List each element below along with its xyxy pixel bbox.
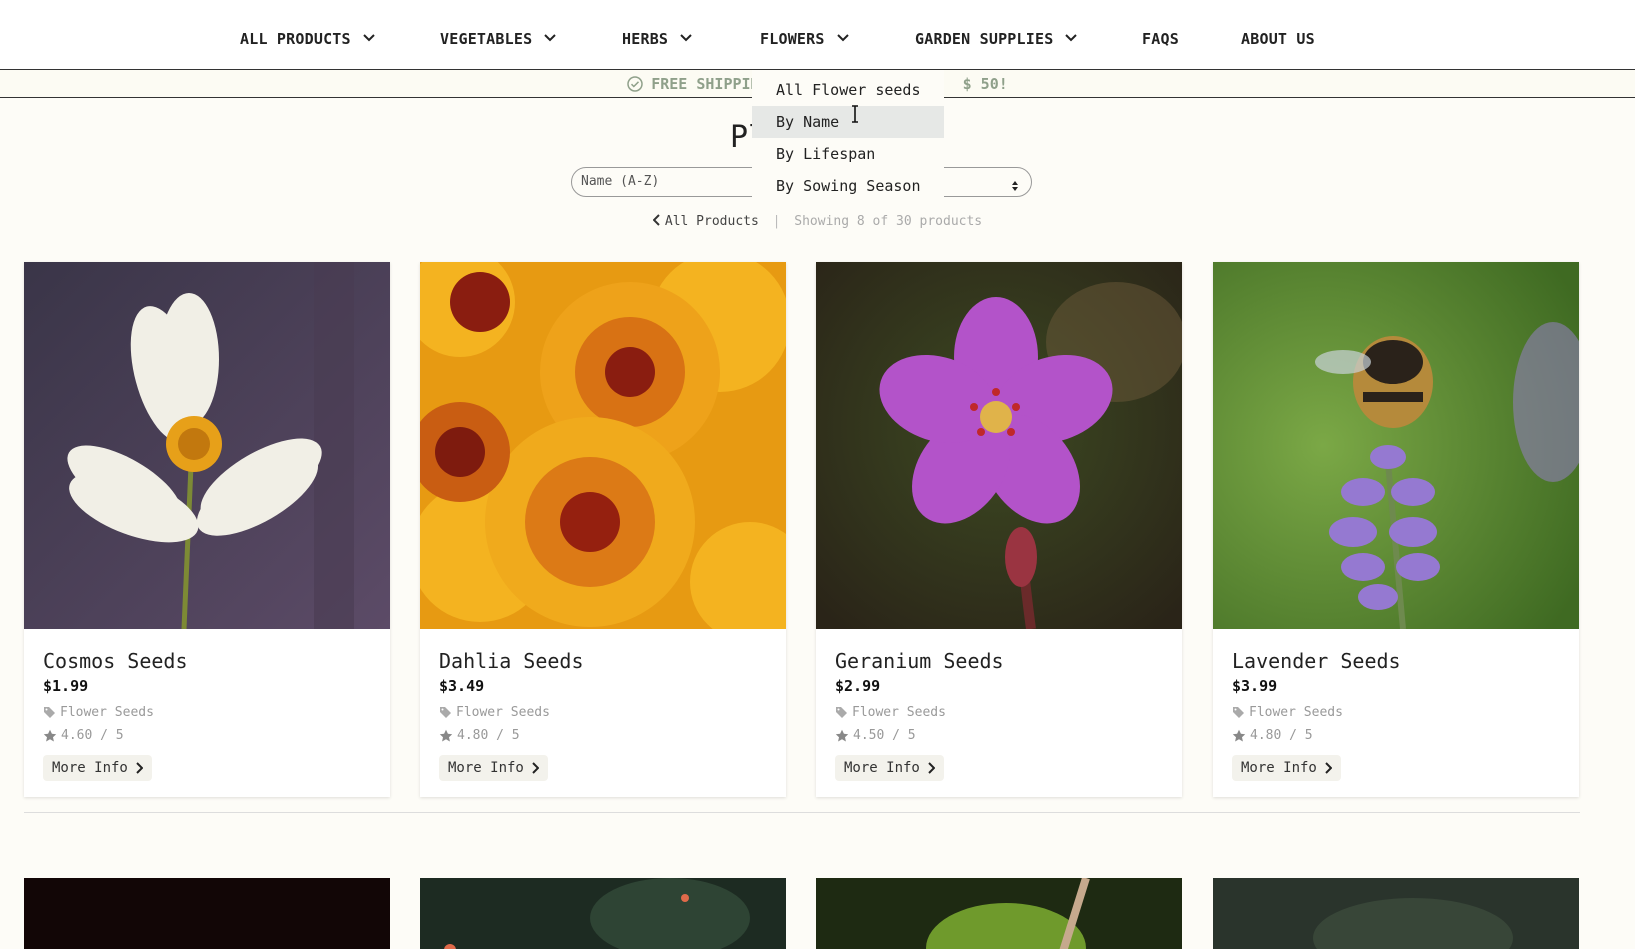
rating-value: 4.80 / 5 [1250, 728, 1313, 743]
category-label: Flower Seeds [852, 705, 946, 720]
chevron-down-icon [1065, 34, 1078, 44]
back-link-label: All Products [664, 214, 759, 229]
product-image[interactable] [816, 878, 1182, 949]
chevron-right-icon [1325, 762, 1332, 774]
nav-flowers[interactable]: FLOWERS [760, 30, 849, 48]
star-icon [1232, 729, 1246, 741]
breadcrumb: All Products | Showing 8 of 30 products [0, 214, 1635, 229]
product-category: Flower Seeds [439, 705, 767, 720]
product-image[interactable] [420, 878, 786, 949]
product-price: $3.49 [439, 677, 485, 695]
star-icon [43, 729, 57, 741]
tag-icon [440, 707, 451, 718]
chevron-right-icon [136, 762, 143, 774]
nav-about-us[interactable]: ABOUT US [1241, 30, 1315, 48]
nav-label: ABOUT US [1241, 30, 1315, 48]
product-card: Lavender Seeds $3.99 Flower Seeds 4.80 /… [1213, 262, 1579, 797]
category-label: Flower Seeds [60, 705, 154, 720]
nav-label: VEGETABLES [440, 30, 533, 48]
flowers-dropdown-menu: All Flower seeds By Name By Lifespan By … [752, 70, 944, 200]
chevron-down-icon [544, 34, 557, 44]
nav-garden-supplies[interactable]: GARDEN SUPPLIES [915, 30, 1078, 48]
menu-item-by-sowing-season[interactable]: By Sowing Season [752, 170, 944, 202]
top-navbar: ALL PRODUCTS VEGETABLES HERBS FLOWERS GA… [0, 0, 1635, 70]
nav-label: GARDEN SUPPLIES [915, 30, 1054, 48]
nav-label: ALL PRODUCTS [240, 30, 351, 48]
product-image[interactable] [1213, 262, 1579, 629]
button-label: More Info [448, 760, 524, 776]
product-category: Flower Seeds [1232, 705, 1560, 720]
more-info-button[interactable]: More Info [439, 755, 548, 781]
text-cursor-icon [850, 105, 860, 127]
select-arrows-icon [1011, 175, 1019, 203]
nav-label: FAQS [1142, 30, 1179, 48]
product-image[interactable] [816, 262, 1182, 629]
check-circle-icon [627, 75, 643, 92]
chevron-down-icon [363, 34, 375, 44]
rating-value: 4.50 / 5 [853, 728, 916, 743]
product-rating: 4.80 / 5 [439, 728, 767, 743]
chevron-left-icon [652, 214, 660, 226]
chevron-right-icon [928, 762, 935, 774]
more-info-button[interactable]: More Info [43, 755, 152, 781]
category-label: Flower Seeds [1249, 705, 1343, 720]
star-icon [835, 729, 849, 741]
nav-faqs[interactable]: FAQS [1142, 30, 1179, 48]
product-rating: 4.50 / 5 [835, 728, 1163, 743]
star-icon [439, 729, 453, 741]
product-image[interactable] [1213, 878, 1579, 949]
banner-text-right: $ 50! [962, 74, 1008, 93]
product-price: $1.99 [43, 677, 89, 695]
product-image[interactable] [420, 262, 786, 629]
nav-vegetables[interactable]: VEGETABLES [440, 30, 557, 48]
sort-select-value: Name (A-Z) [581, 174, 660, 189]
menu-item-by-lifespan[interactable]: By Lifespan [752, 138, 944, 170]
product-card: Cosmos Seeds $1.99 Flower Seeds 4.60 / 5… [24, 262, 390, 797]
product-category: Flower Seeds [835, 705, 1163, 720]
product-price: $2.99 [835, 677, 881, 695]
product-category: Flower Seeds [43, 705, 371, 720]
menu-item-by-name[interactable]: By Name [752, 106, 944, 138]
product-rating: 4.60 / 5 [43, 728, 371, 743]
rating-value: 4.60 / 5 [61, 728, 124, 743]
back-link[interactable]: All Products [652, 214, 767, 229]
button-label: More Info [844, 760, 920, 776]
tag-icon [44, 707, 55, 718]
product-rating: 4.80 / 5 [1232, 728, 1560, 743]
banner-text-left: FREE SHIPPING [651, 74, 769, 93]
tag-icon [836, 707, 847, 718]
product-name[interactable]: Lavender Seeds [1232, 649, 1560, 673]
product-price: $3.99 [1232, 677, 1278, 695]
product-name[interactable]: Cosmos Seeds [43, 649, 371, 673]
nav-label: HERBS [622, 30, 669, 48]
product-name[interactable]: Dahlia Seeds [439, 649, 767, 673]
tag-icon [1233, 707, 1244, 718]
product-card: Geranium Seeds $2.99 Flower Seeds 4.50 /… [816, 262, 1182, 797]
product-name[interactable]: Geranium Seeds [835, 649, 1163, 673]
button-label: More Info [1241, 760, 1317, 776]
more-info-button[interactable]: More Info [835, 755, 944, 781]
nav-all-products[interactable]: ALL PRODUCTS [240, 30, 375, 48]
more-info-button[interactable]: More Info [1232, 755, 1341, 781]
product-image[interactable] [24, 262, 390, 629]
breadcrumb-separator: | [772, 214, 781, 229]
nav-herbs[interactable]: HERBS [622, 30, 692, 48]
nav-label: FLOWERS [760, 30, 825, 48]
rating-value: 4.80 / 5 [457, 728, 520, 743]
button-label: More Info [52, 760, 128, 776]
menu-item-all-flower-seeds[interactable]: All Flower seeds [752, 74, 944, 106]
chevron-down-icon [680, 34, 692, 44]
category-label: Flower Seeds [456, 705, 550, 720]
row-divider [24, 812, 1580, 813]
product-count: Showing 8 of 30 products [794, 214, 983, 229]
chevron-down-icon [836, 34, 849, 44]
product-card: Dahlia Seeds $3.49 Flower Seeds 4.80 / 5… [420, 262, 786, 797]
product-image[interactable] [24, 878, 390, 949]
chevron-right-icon [532, 762, 539, 774]
